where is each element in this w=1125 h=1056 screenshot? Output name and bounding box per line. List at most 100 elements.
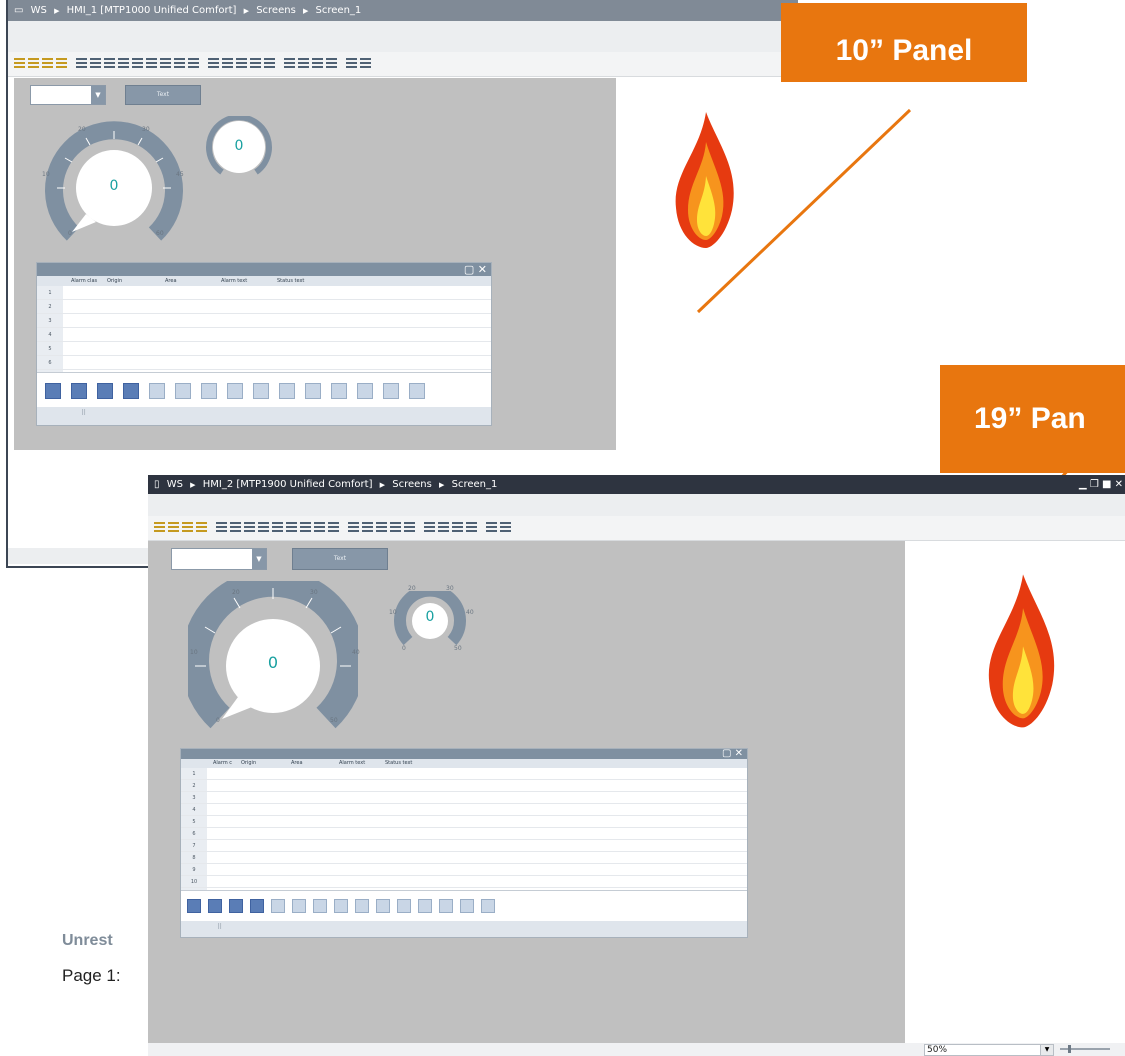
tick-label: 20	[232, 589, 240, 596]
toolbar-button[interactable]	[452, 521, 463, 532]
hmi2-text-button[interactable]: Text	[292, 548, 388, 570]
row-number: 4	[192, 807, 196, 813]
zoom-dropdown-button[interactable]: ▼	[1040, 1044, 1054, 1056]
toolbar-button[interactable]	[362, 521, 373, 532]
toolbar-button[interactable]	[404, 521, 415, 532]
alarm-tool-button[interactable]	[439, 899, 453, 913]
tick-label: 0	[402, 645, 406, 652]
breadcrumb-ws[interactable]: WS	[167, 475, 183, 494]
alarm-tool-button[interactable]	[313, 899, 327, 913]
column-header[interactable]: Alarm text	[339, 759, 365, 768]
chevron-down-icon[interactable]: ▼	[252, 549, 266, 569]
toolbar-button[interactable]	[168, 521, 179, 532]
table-row[interactable]: 10	[181, 876, 747, 888]
alarm-tool-button[interactable]	[355, 899, 369, 913]
toolbar-button[interactable]	[466, 521, 477, 532]
toolbar-button[interactable]	[244, 521, 255, 532]
toolbar-button[interactable]	[154, 521, 165, 532]
row-number: 2	[192, 783, 196, 789]
window-controls: ▁ ❐ ■ ✕	[1079, 475, 1123, 494]
page-number-label: Page 1:	[62, 966, 121, 985]
alarm-tool-button[interactable]	[397, 899, 411, 913]
row-number: 5	[192, 819, 196, 825]
alarm-tool-button[interactable]	[376, 899, 390, 913]
table-row[interactable]: 9	[181, 864, 747, 876]
toolbar-button[interactable]	[230, 521, 241, 532]
hmi2-gauge-large-value: 0	[267, 653, 279, 672]
tick-label: 10	[389, 609, 397, 616]
hmi2-dropdown[interactable]: ▼	[171, 548, 267, 570]
column-header[interactable]: Status text	[385, 759, 412, 768]
close-icon[interactable]: ✕	[735, 748, 743, 759]
alarm-window-controls: ▢ ✕	[722, 749, 743, 759]
toolbar-button[interactable]	[314, 521, 325, 532]
alarm-tool-button[interactable]	[418, 899, 432, 913]
alarm-column-header: Alarm c Origin Area Alarm text Status te…	[181, 759, 747, 768]
table-row[interactable]: 8	[181, 852, 747, 864]
restore-icon[interactable]: ❐	[1090, 479, 1099, 490]
maximize-icon[interactable]: ■	[1102, 479, 1111, 490]
breadcrumb-separator-icon: ▶	[439, 481, 445, 489]
toolbar-button[interactable]	[390, 521, 401, 532]
alarm-tool-button[interactable]	[460, 899, 474, 913]
table-row[interactable]: 3	[181, 792, 747, 804]
zoom-slider-handle[interactable]	[1068, 1045, 1071, 1053]
table-row[interactable]: 7	[181, 840, 747, 852]
tick-label: 50	[330, 717, 338, 724]
row-number: 1	[192, 771, 196, 777]
alarm-tool-button[interactable]	[208, 899, 222, 913]
breadcrumb-device[interactable]: HMI_2 [MTP1900 Unified Comfort]	[203, 475, 373, 494]
column-header[interactable]: Origin	[241, 759, 256, 768]
toolbar-button[interactable]	[376, 521, 387, 532]
zoom-select[interactable]: 50%	[924, 1044, 1048, 1056]
alarm-tool-button[interactable]	[334, 899, 348, 913]
hmi2-alarm-control: ▢ ✕ Alarm c Origin Area Alarm text Statu…	[180, 748, 748, 938]
toolbar-button[interactable]	[424, 521, 435, 532]
tick-label: 20	[408, 585, 416, 592]
alarm-toolbar	[181, 890, 747, 921]
tick-label: 40	[352, 649, 360, 656]
alarm-tool-button[interactable]	[229, 899, 243, 913]
toolbar-button[interactable]	[500, 521, 511, 532]
row-number: 10	[190, 879, 198, 885]
close-icon[interactable]: ✕	[1115, 479, 1123, 490]
tick-label: 0	[216, 717, 220, 724]
hmi2-gauge-small-value: 0	[425, 609, 435, 625]
alarm-tool-button[interactable]	[271, 899, 285, 913]
toolbar-button[interactable]	[348, 521, 359, 532]
tick-label: 50	[454, 645, 462, 652]
toolbar-button[interactable]	[272, 521, 283, 532]
alarm-tool-button[interactable]	[187, 899, 201, 913]
toolbar-button[interactable]	[286, 521, 297, 532]
table-row[interactable]: 1	[181, 768, 747, 780]
tick-label: 30	[446, 585, 454, 592]
alarm-tool-button[interactable]	[250, 899, 264, 913]
toolbar-button[interactable]	[300, 521, 311, 532]
breadcrumb-screens[interactable]: Screens	[392, 475, 432, 494]
column-header[interactable]: Area	[291, 759, 303, 768]
hmi2-layout-toolbar	[148, 516, 1125, 541]
table-row[interactable]: 6	[181, 828, 747, 840]
toolbar-button[interactable]	[438, 521, 449, 532]
alarm-statusbar: ⠿	[181, 921, 747, 937]
alarm-tool-button[interactable]	[292, 899, 306, 913]
breadcrumb-screen[interactable]: Screen_1	[452, 475, 498, 494]
table-row[interactable]: 5	[181, 816, 747, 828]
table-row[interactable]: 4	[181, 804, 747, 816]
alarm-tool-button[interactable]	[481, 899, 495, 913]
hmi2-breadcrumb: ▯ WS ▶ HMI_2 [MTP1900 Unified Comfort] ▶…	[148, 475, 1125, 494]
breadcrumb-separator-icon: ▶	[379, 481, 386, 489]
table-row[interactable]: 2	[181, 780, 747, 792]
toolbar-button[interactable]	[486, 521, 497, 532]
toolbar-button[interactable]	[182, 521, 193, 532]
toolbar-button[interactable]	[216, 521, 227, 532]
row-number: 9	[192, 867, 196, 873]
toolbar-button[interactable]	[196, 521, 207, 532]
chevron-down-icon: ▼	[1044, 1046, 1050, 1053]
toolbar-button[interactable]	[328, 521, 339, 532]
maximize-icon[interactable]: ▢	[722, 748, 731, 759]
zoom-slider[interactable]	[1060, 1045, 1110, 1053]
minimize-icon[interactable]: ▁	[1079, 479, 1087, 490]
column-header[interactable]: Alarm c	[213, 759, 232, 768]
toolbar-button[interactable]	[258, 521, 269, 532]
